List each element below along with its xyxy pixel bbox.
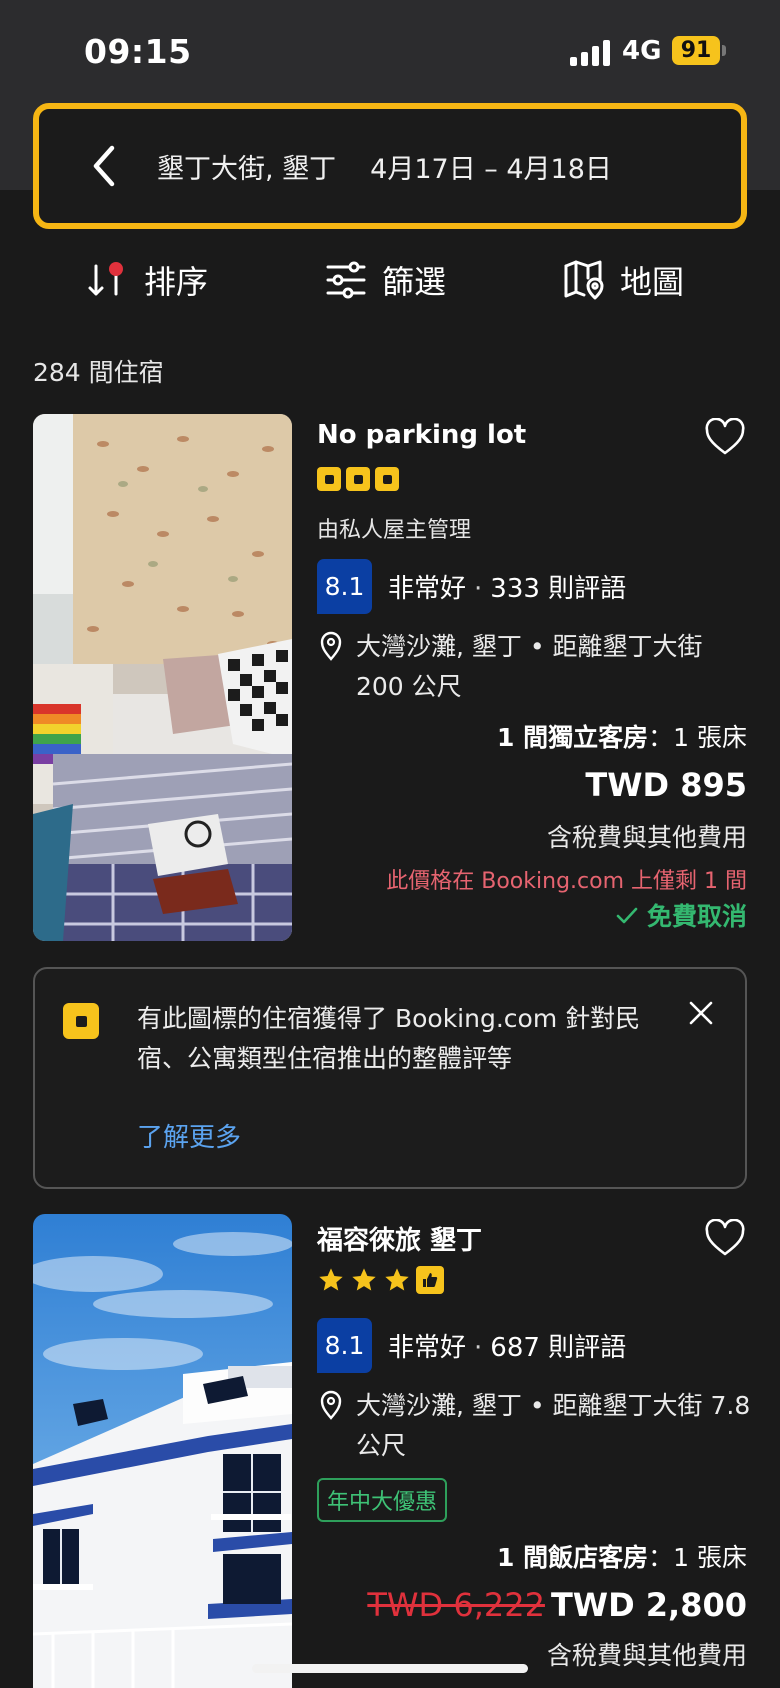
deal-badge: 年中大優惠 [317,1478,448,1522]
free-cancellation: 免費取消 [615,897,747,933]
rating-square-icon [346,467,370,491]
price-row: TWD 6,222 TWD 2,800 [367,1586,747,1624]
map-button[interactable]: 地圖 [562,248,684,312]
listing-photo-bedroom[interactable] [33,414,292,941]
tax-note: 含稅費與其他費用 [546,823,747,852]
battery-tip [722,45,726,56]
review-count: 333 則評語 [490,574,627,604]
listing-photo-building[interactable] [33,1214,292,1688]
review-score-row: 8.1 非常好 · 333 則評語 [317,559,626,614]
rating-square-icon [317,467,341,491]
filter-button[interactable]: 篩選 [324,248,446,312]
location-row: 大灣沙灘, 墾丁 • 距離墾丁大街 7.8 公尺 [320,1386,756,1466]
close-button[interactable] [687,999,715,1031]
rating-icon-info-box: 有此圖標的住宿獲得了 Booking.com 針對民宿、公寓類型住宿推出的整體評… [33,967,747,1189]
search-summary-box[interactable]: 墾丁大街, 墾丁 4月17日 – 4月18日 [33,103,747,229]
location-text: 大灣沙灘, 墾丁 • 距離墾丁大街 200 公尺 [356,632,703,701]
location-text: 大灣沙灘, 墾丁 • 距離墾丁大街 7.8 公尺 [356,1391,751,1460]
room-info: 1 間飯店客房：1 張床 [497,1538,747,1574]
bed-count: ：1 張床 [648,723,747,752]
room-type: 1 間獨立客房 [497,723,649,752]
learn-more-link[interactable]: 了解更多 [137,1117,241,1154]
scarcity-message: 此價格在 Booking.com 上僅剩 1 間 [386,869,747,894]
chevron-left-icon [93,145,115,187]
results-count: 284 間住宿 [33,358,164,387]
rating-square-icon [63,1003,99,1039]
status-time: 09:15 [84,32,192,71]
star-icon [385,1268,409,1291]
results-toolbar: 排序 篩選 地圖 [0,248,780,312]
sort-label: 排序 [144,263,209,301]
listing-title[interactable]: No parking lot [317,420,526,450]
sort-icon [88,262,123,296]
sort-button[interactable]: 排序 [86,248,208,312]
search-location: 墾丁大街, 墾丁 [157,153,337,185]
room-info: 1 間獨立客房：1 張床 [497,718,747,754]
filter-label: 篩選 [382,263,447,301]
location-pin-icon [320,1390,342,1420]
listing-title[interactable]: 福容徠旅 墾丁 [317,1220,482,1257]
filter-sliders-icon [326,261,366,299]
hotel-star-rating [317,1266,444,1294]
price: TWD 895 [585,766,747,804]
heart-icon [705,1218,745,1256]
battery-icon: 91 [672,36,720,65]
search-summary-text[interactable]: 墾丁大街, 墾丁 4月17日 – 4月18日 [157,109,612,223]
close-icon [689,1001,713,1025]
original-price: TWD 6,222 [367,1586,545,1624]
thumbs-up-icon [416,1266,444,1294]
review-score-badge: 8.1 [317,559,372,614]
location-row: 大灣沙灘, 墾丁 • 距離墾丁大街 200 公尺 [320,627,756,707]
search-results-screen: 09:15 4G 91 墾丁大街, 墾丁 4月17日 – 4月18日 排序 篩選… [0,0,780,1688]
review-count: 687 則評語 [490,1333,627,1363]
price: TWD 2,800 [550,1586,747,1624]
location-pin-icon [320,631,342,661]
network-type: 4G [622,36,662,66]
info-text: 有此圖標的住宿獲得了 Booking.com 針對民宿、公寓類型住宿推出的整體評… [137,1004,641,1073]
bed-count: ：1 張床 [648,1543,747,1572]
search-dates: 4月17日 – 4月18日 [370,153,612,185]
heart-icon [705,417,745,455]
property-rating-squares [317,467,399,491]
save-favorite-button[interactable] [704,417,746,460]
save-favorite-button[interactable] [704,1218,746,1261]
review-score-word: 非常好 [388,574,467,604]
review-score-badge: 8.1 [317,1318,372,1373]
star-icon [319,1268,343,1291]
home-indicator[interactable] [252,1664,528,1673]
tax-note: 含稅費與其他費用 [546,1641,747,1670]
review-score-row: 8.1 非常好 · 687 則評語 [317,1318,626,1373]
review-score-word: 非常好 [388,1333,467,1363]
checkmark-icon [616,907,638,924]
map-pin-icon [564,260,604,300]
map-label: 地圖 [620,263,685,301]
rating-square-icon [375,467,399,491]
back-button[interactable] [83,141,123,191]
free-cancellation-label: 免費取消 [646,902,747,931]
managed-by-label: 由私人屋主管理 [317,518,472,543]
room-type: 1 間飯店客房 [497,1543,649,1572]
signal-icon [570,38,612,66]
star-icon [352,1268,376,1291]
